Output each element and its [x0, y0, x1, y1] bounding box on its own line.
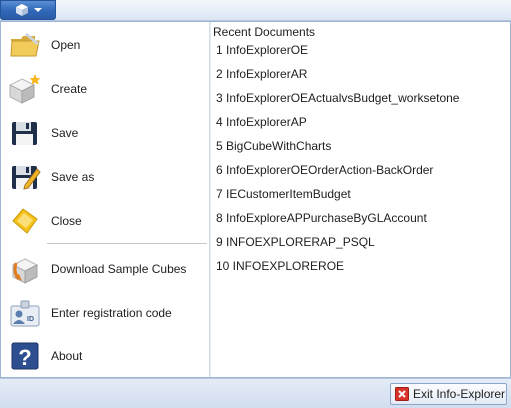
- recent-document-item[interactable]: 3 InfoExplorerOEActualvsBudget_workseton…: [211, 87, 508, 109]
- recent-documents-panel: Recent Documents 1 InfoExplorerOE 2 Info…: [211, 22, 510, 377]
- help-icon: ?: [11, 342, 39, 370]
- chevron-down-icon: [33, 8, 42, 12]
- application-menu-panel: Open Create Save Save as Close Download …: [0, 21, 511, 378]
- exit-button-label: Exit Info-Explorer: [413, 387, 506, 401]
- exit-button[interactable]: Exit Info-Explorer: [390, 383, 507, 405]
- recent-document-item[interactable]: 4 InfoExplorerAP: [211, 111, 508, 133]
- menu-footer: Exit Info-Explorer: [0, 378, 511, 408]
- menu-item-label: Enter registration code: [51, 306, 172, 320]
- recent-documents-heading: Recent Documents: [213, 25, 316, 39]
- menu-item-label: Open: [51, 38, 81, 52]
- menu-item-download-sample-cubes[interactable]: Download Sample Cubes: [1, 248, 209, 290]
- recent-document-item[interactable]: 10 INFOEXPLOREROE: [211, 255, 508, 277]
- svg-text:?: ?: [18, 345, 31, 370]
- menu-separator: [47, 243, 207, 244]
- menu-item-label: Download Sample Cubes: [51, 262, 187, 276]
- close-document-icon: [12, 208, 38, 234]
- menu-item-about[interactable]: ? About: [1, 335, 209, 377]
- floppy-disk-icon: [12, 122, 37, 145]
- cube-icon: [15, 4, 28, 16]
- id-card-icon: ID: [10, 300, 40, 327]
- recent-document-item[interactable]: 1 InfoExplorerOE: [211, 39, 508, 61]
- title-bar: [0, 0, 511, 21]
- recent-document-item[interactable]: 8 InfoExploreAPPurchaseByGLAccount: [211, 207, 508, 229]
- menu-item-save-as[interactable]: Save as: [1, 156, 209, 198]
- menu-item-label: About: [51, 349, 83, 363]
- menu-item-label: Save: [51, 126, 79, 140]
- application-menu-button[interactable]: [0, 0, 56, 20]
- svg-text:ID: ID: [27, 316, 34, 323]
- menu-item-enter-registration-code[interactable]: ID Enter registration code: [1, 292, 209, 334]
- menu-item-create[interactable]: Create: [1, 68, 209, 110]
- menu-item-close[interactable]: Close: [1, 200, 209, 242]
- recent-document-item[interactable]: 9 INFOEXPLORERAP_PSQL: [211, 231, 508, 253]
- menu-item-save[interactable]: Save: [1, 112, 209, 154]
- recent-document-item[interactable]: 6 InfoExplorerOEOrderAction-BackOrder: [211, 159, 508, 181]
- create-cube-icon: [9, 74, 41, 104]
- menu-commands: Open Create Save Save as Close Download …: [1, 22, 209, 377]
- download-cube-icon: [11, 258, 39, 284]
- save-as-icon: [12, 166, 41, 190]
- folder-open-icon: [10, 33, 40, 57]
- recent-document-item[interactable]: 5 BigCubeWithCharts: [211, 135, 508, 157]
- menu-item-open[interactable]: Open: [1, 24, 209, 66]
- close-icon: [395, 387, 409, 401]
- menu-item-label: Create: [51, 82, 88, 96]
- menu-item-label: Close: [51, 214, 82, 228]
- recent-document-item[interactable]: 2 InfoExplorerAR: [211, 63, 508, 85]
- menu-item-label: Save as: [51, 170, 95, 184]
- recent-document-item[interactable]: 7 IECustomerItemBudget: [211, 183, 508, 205]
